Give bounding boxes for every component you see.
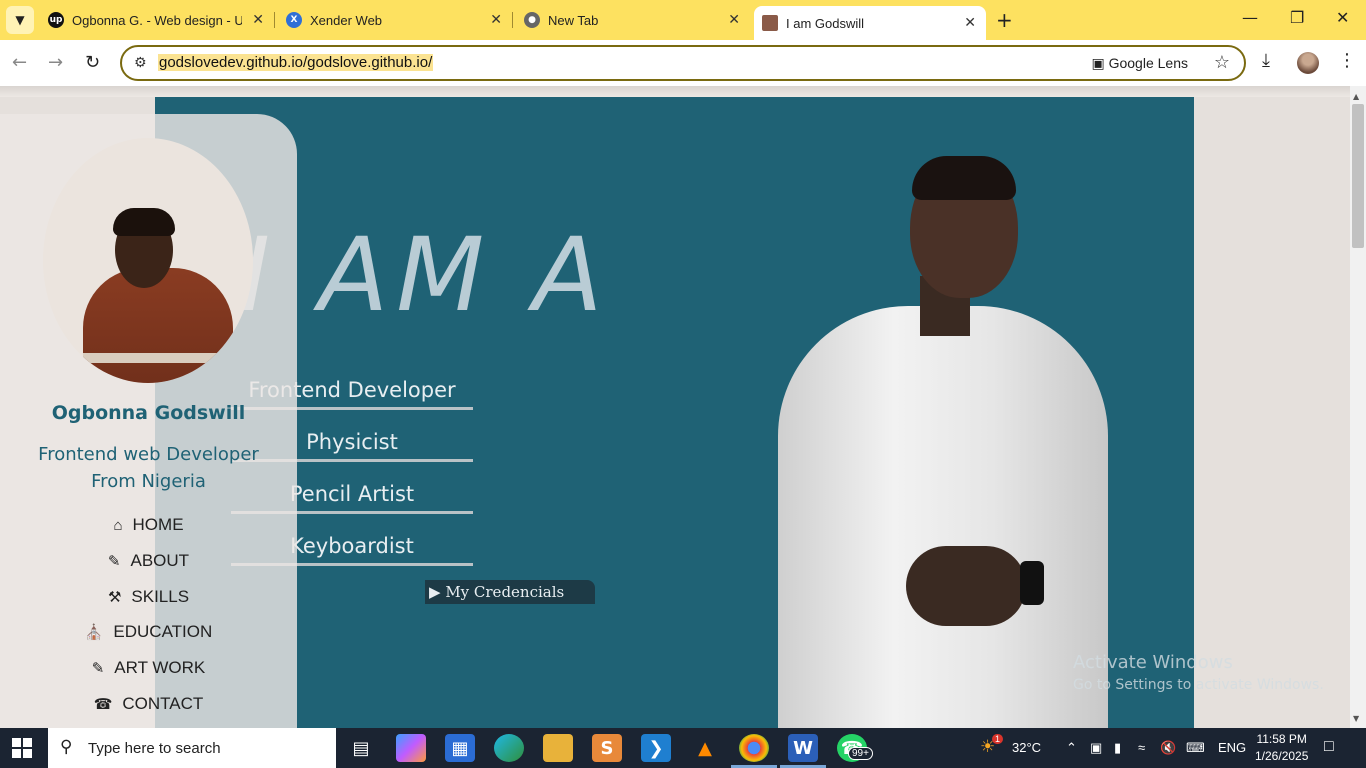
nav-home[interactable]: ⌂ HOME [0,515,297,535]
nav-about[interactable]: ✎ ABOUT [0,551,297,571]
edge-icon[interactable] [494,734,524,762]
tab-i-am-godswill[interactable]: I am Godswill ✕ [754,6,986,40]
new-tab-plus-icon[interactable]: + [996,8,1013,32]
profile-tagline: Frontend web Developer From Nigeria [38,444,259,492]
skills-icon: ⚒ [107,589,122,606]
windows-taskbar: ⚲ Type here to search ▤ ▦ S ❯ ▲ W ☎ 99+ … [0,728,1366,768]
task-view-icon[interactable]: ▤ [346,734,376,762]
upwork-icon: up [48,12,64,28]
google-lens-button[interactable]: ▣ Google Lens [1091,55,1188,72]
close-icon[interactable]: ✕ [728,12,740,28]
credentials-toggle[interactable]: ▶ My Credencials [425,580,595,604]
profile-name: Ogbonna Godswill [51,402,246,424]
microsoft-store-icon[interactable]: ▦ [445,734,475,762]
back-arrow-icon[interactable]: ← [12,52,27,73]
kebab-menu-icon[interactable]: ⋮ [1338,50,1356,71]
whatsapp-badge: 99+ [848,747,873,760]
weather-temp[interactable]: 32°C [1012,740,1041,755]
restore-icon[interactable]: ❐ [1290,8,1304,27]
browser-toolbar: ← → ↻ ⚙ godslovedev.github.io/godslove.g… [0,40,1366,86]
forward-arrow-icon[interactable]: → [48,52,63,73]
system-clock[interactable]: 11:58 PM 1/26/2025 [1255,731,1308,765]
tab-separator [512,12,513,28]
tab-upwork[interactable]: up Ogbonna G. - Web design - Up ✕ [48,6,264,34]
sidebar: Ogbonna Godswill Frontend web Developer … [0,114,297,728]
scroll-down-icon[interactable]: ▼ [1353,714,1359,723]
reload-icon[interactable]: ↻ [85,52,100,73]
battery-icon[interactable]: ▮ [1114,740,1121,756]
xender-icon: X [286,12,302,28]
vlc-icon[interactable]: ▲ [690,734,720,762]
language-indicator[interactable]: ENG [1218,740,1246,755]
notifications-icon[interactable]: □ [1324,738,1334,756]
activate-windows-watermark: Activate Windows Go to Settings to activ… [1073,652,1324,693]
vscode-icon[interactable]: ❯ [641,734,671,762]
keyboard-icon[interactable]: ⌨ [1186,740,1205,756]
meet-now-icon[interactable]: ▣ [1090,740,1102,756]
bookmark-star-icon[interactable]: ☆ [1214,52,1230,73]
volume-muted-icon[interactable]: 🔇 [1160,740,1176,756]
profile-avatar[interactable] [1297,52,1319,74]
tab-new-tab[interactable]: ● New Tab ✕ [524,6,740,34]
search-icon: ⚲ [60,737,73,757]
copilot-icon[interactable] [396,734,426,762]
nav-education[interactable]: ⛪ EDUCATION [0,622,297,642]
address-bar[interactable]: ⚙ godslovedev.github.io/godslove.github.… [120,45,1246,81]
close-window-icon[interactable]: ✕ [1336,8,1349,27]
university-icon: ⛪ [84,624,104,641]
scrollbar-thumb[interactable] [1352,104,1364,248]
tab-search-button[interactable]: ▼ [6,6,34,34]
phone-icon: ☎ [93,696,113,713]
user-edit-icon: ✎ [107,553,121,570]
chrome-icon: ● [524,12,540,28]
weather-badge: 1 [992,734,1004,744]
page-top-strip [0,86,1350,97]
home-icon: ⌂ [113,516,123,534]
tab-xender[interactable]: X Xender Web ✕ [286,6,502,34]
scroll-up-icon[interactable]: ▲ [1353,92,1359,101]
url-text[interactable]: godslovedev.github.io/godslove.github.io… [158,54,434,71]
wifi-icon[interactable]: ≈ [1138,740,1145,755]
word-icon[interactable]: W [788,734,818,762]
nav-contact[interactable]: ☎ CONTACT [0,694,297,714]
profile-photo [43,138,253,383]
nav-art-work[interactable]: ✎ ART WORK [0,658,297,678]
close-icon[interactable]: ✕ [490,12,502,28]
file-explorer-icon[interactable] [543,734,573,762]
minimize-icon[interactable]: — [1242,8,1258,27]
web-page: I AM A Frontend Developer Physicist Penc… [0,86,1350,728]
sublime-text-icon[interactable]: S [592,734,622,762]
art-icon: ✎ [91,660,105,677]
windows-start-icon[interactable] [12,738,32,758]
close-icon[interactable]: ✕ [252,12,264,28]
tab-bar: ▼ up Ogbonna G. - Web design - Up ✕ X Xe… [0,0,1366,40]
portrait-icon [762,15,778,31]
hero-portrait-image [770,156,1115,728]
tray-chevron-icon[interactable]: ⌃ [1066,740,1077,756]
chrome-taskbar-icon[interactable] [739,734,769,762]
tab-separator [274,12,275,28]
download-icon[interactable]: ⤓ [1262,50,1270,71]
taskbar-search[interactable]: ⚲ Type here to search [48,728,336,768]
close-icon[interactable]: ✕ [964,15,976,31]
nav-skills[interactable]: ⚒ SKILLS [0,587,297,607]
site-info-icon[interactable]: ⚙ [134,55,147,71]
